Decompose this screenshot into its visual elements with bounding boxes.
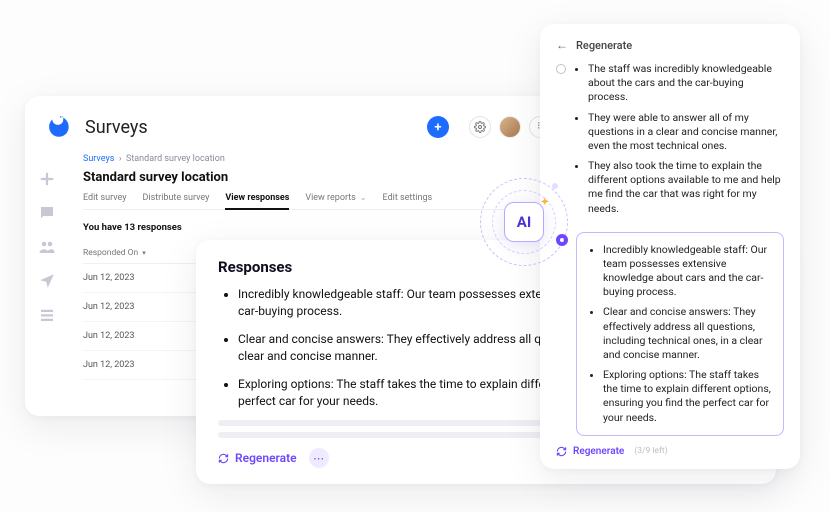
regenerate-button[interactable]: Regenerate — [218, 451, 297, 465]
option-a-bullet: They were able to answer all of my quest… — [588, 111, 784, 154]
app-title: Surveys — [85, 117, 148, 138]
option-a-bullet: The staff was incredibly knowledgeable a… — [588, 62, 784, 105]
nav-plus-icon[interactable] — [38, 170, 56, 188]
sidebar-nav — [25, 156, 69, 324]
breadcrumb-root[interactable]: Surveys — [83, 154, 114, 164]
nav-people-icon[interactable] — [38, 238, 56, 256]
nav-chat-icon[interactable] — [38, 204, 56, 222]
breadcrumb: Surveys › Standard survey location — [83, 154, 555, 164]
user-avatar[interactable] — [499, 116, 521, 138]
back-arrow-icon[interactable]: ← — [556, 38, 568, 52]
regenerate-panel: ← Regenerate The staff was incredibly kn… — [540, 24, 800, 469]
nav-menu-icon[interactable] — [38, 306, 56, 324]
more-options-button[interactable]: ⋯ — [309, 448, 329, 468]
settings-button[interactable] — [469, 116, 491, 138]
option-a[interactable]: The staff was incredibly knowledgeable a… — [556, 62, 784, 222]
regenerate-icon — [556, 446, 567, 457]
app-header: Surveys + ⠿ — [25, 96, 573, 146]
option-b-bullet: Exploring options: The staff takes the t… — [603, 368, 771, 425]
brand-logo-icon — [47, 114, 73, 140]
regenerate-icon — [218, 453, 229, 464]
tab-distribute[interactable]: Distribute survey — [142, 193, 209, 203]
tab-edit-settings[interactable]: Edit settings — [383, 193, 433, 203]
radio-selected-icon[interactable] — [556, 234, 568, 246]
option-a-bullet: They also took the time to explain the d… — [588, 159, 784, 216]
add-button[interactable]: + — [427, 116, 449, 138]
tab-bar: Edit survey Distribute survey View respo… — [83, 193, 555, 210]
page-title: Standard survey location — [83, 170, 555, 185]
sort-caret-icon: ▾ — [142, 249, 146, 257]
regenerate-button[interactable]: Regenerate — [556, 446, 624, 457]
nav-send-icon[interactable] — [38, 272, 56, 290]
chevron-down-icon: ⌄ — [358, 193, 367, 202]
radio-unselected-icon[interactable] — [556, 64, 566, 74]
tab-view-responses[interactable]: View responses — [225, 193, 289, 210]
regenerate-count-left: (3/9 left) — [634, 446, 667, 456]
tab-view-reports[interactable]: View reports ⌄ — [305, 193, 366, 203]
regenerate-header: ← Regenerate — [556, 38, 784, 52]
tab-edit-survey[interactable]: Edit survey — [83, 193, 126, 203]
responses-summary: You have 13 responses — [83, 222, 555, 233]
breadcrumb-current: Standard survey location — [126, 154, 225, 164]
option-b[interactable]: Incredibly knowledgeable staff: Our team… — [556, 232, 784, 436]
option-b-bullet: Incredibly knowledgeable staff: Our team… — [603, 243, 771, 300]
option-b-bullet: Clear and concise answers: They effectiv… — [603, 305, 771, 362]
regenerate-title: Regenerate — [576, 39, 632, 52]
